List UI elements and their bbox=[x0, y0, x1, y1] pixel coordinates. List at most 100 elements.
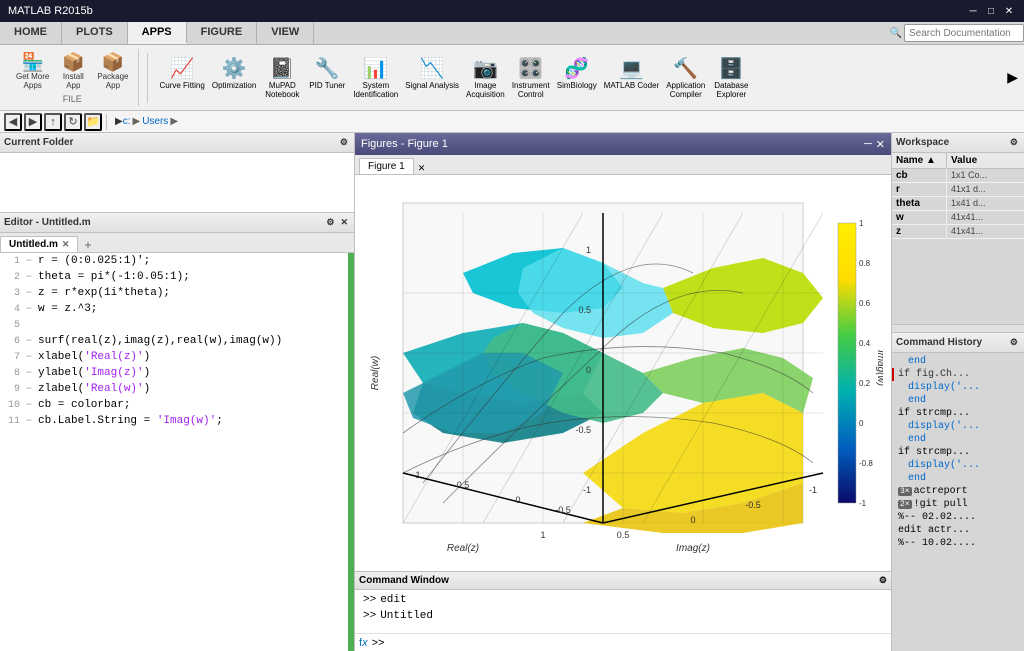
svg-text:0.5: 0.5 bbox=[578, 305, 591, 315]
workspace-settings-icon[interactable]: ⚙ bbox=[1008, 136, 1020, 149]
editor-tab-bar: Untitled.m ✕ + bbox=[0, 233, 354, 253]
ws-row-theta[interactable]: theta 1x41 d... bbox=[892, 197, 1024, 211]
ws-row-r[interactable]: r 41x1 d... bbox=[892, 183, 1024, 197]
history-item-end2[interactable]: end bbox=[892, 394, 1024, 407]
figure-min-icon[interactable]: ─ bbox=[864, 138, 872, 151]
editor-close-icon[interactable]: ✕ bbox=[338, 216, 350, 229]
svg-text:0: 0 bbox=[859, 419, 864, 428]
history-item-end3[interactable]: end bbox=[892, 433, 1024, 446]
instrument-ctrl-button[interactable]: 🎛️ InstrumentControl bbox=[509, 54, 553, 101]
signal-analysis-button[interactable]: 📉 Signal Analysis bbox=[402, 54, 462, 101]
figure-tab-close[interactable]: ✕ bbox=[418, 163, 426, 174]
svg-text:0.4: 0.4 bbox=[859, 339, 871, 348]
ribbon-group-file: 🏪 Get MoreApps 📦 InstallApp 📦 PackageApp… bbox=[6, 49, 139, 106]
ribbon-expand-icon[interactable]: ▶ bbox=[1007, 69, 1018, 86]
current-folder-settings-icon[interactable]: ⚙ bbox=[338, 136, 350, 149]
forward-button[interactable]: ▶ bbox=[24, 113, 42, 131]
code-editor[interactable]: 1 – r = (0:0.025:1)'; 2 – theta = pi*(-1… bbox=[0, 253, 354, 651]
history-item-if-strcmp2[interactable]: if strcmp... bbox=[892, 446, 1024, 459]
ws-row-cb[interactable]: cb 1x1 Co... bbox=[892, 169, 1024, 183]
history-item-display1[interactable]: display('... bbox=[892, 381, 1024, 394]
history-item-actreport[interactable]: 3×actreport bbox=[892, 485, 1024, 498]
figure-tab-bar: Figure 1 ✕ bbox=[355, 155, 891, 175]
history-item-edit-actr[interactable]: edit actr... bbox=[892, 524, 1024, 537]
back-button[interactable]: ◀ bbox=[4, 113, 22, 131]
svg-text:-0.8: -0.8 bbox=[859, 459, 873, 468]
editor-title: Editor - Untitled.m bbox=[4, 217, 91, 228]
svg-text:Real(z): Real(z) bbox=[447, 543, 479, 553]
mupad-button[interactable]: 📓 MuPADNotebook bbox=[260, 54, 304, 101]
editor-settings-icon[interactable]: ⚙ bbox=[324, 216, 336, 229]
code-line-8: 8 – ylabel('Imag(z)') bbox=[0, 365, 354, 381]
history-item-git-pull[interactable]: 2×!git pull bbox=[892, 498, 1024, 511]
path-c[interactable]: c: bbox=[123, 116, 131, 127]
refresh-button[interactable]: ↻ bbox=[64, 113, 82, 131]
install-app-button[interactable]: 📦 InstallApp bbox=[55, 51, 91, 92]
tab-plots[interactable]: PLOTS bbox=[62, 22, 128, 44]
db-explorer-button[interactable]: 🗄️ DatabaseExplorer bbox=[709, 54, 753, 101]
app-compiler-button[interactable]: 🔨 ApplicationCompiler bbox=[663, 54, 708, 101]
command-window-content[interactable]: >> edit >> Untitled bbox=[355, 590, 891, 633]
tab-home[interactable]: HOME bbox=[0, 22, 62, 44]
current-folder-panel bbox=[0, 153, 354, 213]
simbiology-button[interactable]: 🧬 SimBiology bbox=[554, 54, 600, 101]
curve-fitting-button[interactable]: 📈 Curve Fitting bbox=[156, 54, 207, 101]
matlab-coder-button[interactable]: 💻 MATLAB Coder bbox=[601, 54, 662, 101]
workspace-scrollbar[interactable] bbox=[892, 324, 1024, 332]
search-input[interactable] bbox=[904, 24, 1024, 42]
code-line-9: 9 – zlabel('Real(w)') bbox=[0, 381, 354, 397]
apps-row: 📈 Curve Fitting ⚙️ Optimization 📓 MuPADN… bbox=[156, 54, 753, 101]
svg-text:Imag(z): Imag(z) bbox=[676, 543, 710, 553]
history-item-if-figch[interactable]: if fig.Ch... bbox=[892, 368, 1024, 381]
path-root: ▶ bbox=[115, 116, 123, 127]
figure-tab-1[interactable]: Figure 1 bbox=[359, 158, 414, 174]
command-history-header: Command History ⚙ bbox=[892, 333, 1024, 353]
optimization-button[interactable]: ⚙️ Optimization bbox=[209, 54, 259, 101]
system-id-button[interactable]: 📊 SystemIdentification bbox=[350, 54, 401, 101]
up-button[interactable]: ↑ bbox=[44, 113, 62, 131]
tab-apps[interactable]: APPS bbox=[128, 22, 187, 44]
maximize-button[interactable]: □ bbox=[984, 4, 998, 18]
ws-row-w[interactable]: w 41x41... bbox=[892, 211, 1024, 225]
search-bar: 🔍 bbox=[890, 22, 1024, 44]
fx-symbol: fx bbox=[359, 637, 368, 649]
tab-figure[interactable]: FIGURE bbox=[187, 22, 258, 44]
svg-text:0: 0 bbox=[690, 515, 695, 525]
history-item-end4[interactable]: end bbox=[892, 472, 1024, 485]
code-line-7: 7 – xlabel('Real(z)') bbox=[0, 349, 354, 365]
svg-text:-1: -1 bbox=[859, 499, 867, 508]
history-item-end1[interactable]: end bbox=[892, 355, 1024, 368]
tab-untitled[interactable]: Untitled.m ✕ bbox=[0, 236, 78, 252]
minimize-button[interactable]: ─ bbox=[966, 4, 980, 18]
command-window-title: Command Window bbox=[359, 575, 449, 586]
figure-close-icon[interactable]: ✕ bbox=[876, 138, 885, 151]
history-item-display2[interactable]: display('... bbox=[892, 420, 1024, 433]
history-item-display3[interactable]: display('... bbox=[892, 459, 1024, 472]
left-panel: Current Folder ⚙ Editor - Untitled.m ⚙ ✕… bbox=[0, 133, 355, 651]
tab-view[interactable]: VIEW bbox=[257, 22, 314, 44]
close-button[interactable]: ✕ bbox=[1002, 4, 1016, 18]
package-app-button[interactable]: 📦 PackageApp bbox=[93, 51, 132, 92]
pid-tuner-button[interactable]: 🔧 PID Tuner bbox=[305, 54, 349, 101]
code-line-6: 6 – surf(real(z),imag(z),real(w),imag(w)… bbox=[0, 333, 354, 349]
history-item-date1[interactable]: %-- 02.02.... bbox=[892, 511, 1024, 524]
cmd-settings-icon[interactable]: ⚙ bbox=[879, 575, 887, 586]
history-settings-icon[interactable]: ⚙ bbox=[1008, 336, 1020, 349]
svg-text:0.8: 0.8 bbox=[859, 259, 871, 268]
main-area: Current Folder ⚙ Editor - Untitled.m ⚙ ✕… bbox=[0, 133, 1024, 651]
ws-col-name-header: Name ▲ bbox=[892, 153, 947, 168]
path-users[interactable]: Users bbox=[142, 116, 168, 127]
command-history-panel: Command History ⚙ end if fig.Ch... displ… bbox=[892, 333, 1024, 651]
workspace-table: Name ▲ Value cb 1x1 Co... r 41x1 d... th… bbox=[892, 153, 1024, 324]
tab-add-button[interactable]: + bbox=[80, 238, 95, 252]
image-acq-button[interactable]: 📷 ImageAcquisition bbox=[463, 54, 508, 101]
history-item-if-strcmp1[interactable]: if strcmp... bbox=[892, 407, 1024, 420]
figure-title: Figures - Figure 1 bbox=[361, 138, 448, 150]
command-history-title: Command History bbox=[896, 337, 982, 348]
browse-button[interactable]: 📁 bbox=[84, 113, 102, 131]
tab-untitled-close[interactable]: ✕ bbox=[62, 239, 70, 250]
ws-row-z[interactable]: z 41x41... bbox=[892, 225, 1024, 239]
history-item-date2[interactable]: %-- 10.02.... bbox=[892, 537, 1024, 550]
get-more-apps-button[interactable]: 🏪 Get MoreApps bbox=[12, 51, 53, 92]
code-line-2: 2 – theta = pi*(-1:0.05:1); bbox=[0, 269, 354, 285]
